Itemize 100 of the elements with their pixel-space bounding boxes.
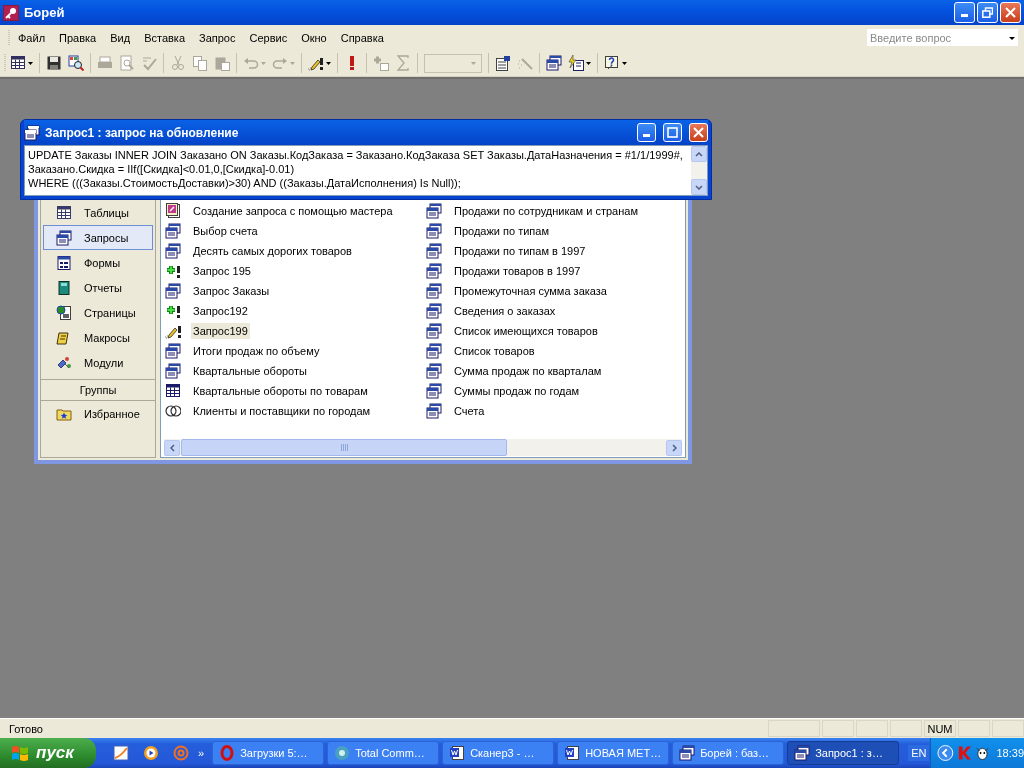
query-item[interactable]: Продажи товаров в 1997 [422,261,646,281]
sql-text-line: UPDATE Заказы INNER JOIN Заказано ON Заказы.КодЗаказа = Заказано.КодЗаказа SET Заказы.ДатаНазначения = #1/1/1999#, [28,148,684,162]
query-name: Клиенты и поставщики по городам [192,404,372,419]
properties-sheet-icon [495,55,511,71]
query-name: Список товаров [453,344,536,359]
menu-item[interactable]: Вставка [137,29,192,46]
scroll-up-button[interactable] [691,146,707,162]
query-item[interactable]: Продажи по сотрудникам и странам [422,201,646,221]
query-item[interactable]: Запрос199 [161,321,422,341]
object-type-item[interactable]: Страницы [43,300,153,325]
query-name: Продажи по сотрудникам и странам [453,204,639,219]
play-circle-icon [143,745,159,761]
object-type-item[interactable]: Модули [43,350,153,375]
stacked-windows-icon [56,229,72,246]
query-item[interactable]: Суммы продаж по годам [422,381,646,401]
query-item[interactable]: Квартальные обороты по товарам [161,381,422,401]
query-item[interactable]: Сведения о заказах [422,301,646,321]
grip-handle-icon [4,54,7,72]
taskbar-button[interactable]: НОВАЯ МЕТ… [557,741,670,765]
caret-icon [471,61,476,65]
query-name: Квартальные обороты по товарам [192,384,369,399]
menu-item[interactable]: Окно [294,29,334,46]
minimize-button[interactable] [954,2,975,23]
object-type-item[interactable]: Избранное [43,401,153,426]
query-item[interactable]: Список товаров [422,341,646,361]
scissors-icon [170,55,186,71]
close-button[interactable] [689,123,708,142]
status-panel [890,720,922,737]
object-type-item[interactable]: Запросы [43,225,153,250]
menu-item[interactable]: Сервис [242,29,295,46]
sql-text-line: Заказано.Скидка = IIf([Скидка]<0.01,0,[Скидка]-0.01) [28,162,296,176]
query-item[interactable]: Клиенты и поставщики по городам [161,401,422,421]
taskbar-button[interactable]: Сканер3 - … [442,741,555,765]
taskbar-button[interactable]: Загрузки 5:… [212,741,325,765]
horizontal-scrollbar[interactable] [164,439,682,456]
key-icon [3,4,19,21]
restore-button[interactable] [977,2,998,23]
query-name: Продажи товаров в 1997 [453,264,582,279]
query-item[interactable]: Итоги продаж по объему [161,341,422,361]
status-panel [992,720,1024,737]
language-indicator[interactable]: EN [908,745,930,761]
query-item[interactable]: Квартальные обороты [161,361,422,381]
menu-item[interactable]: Правка [52,29,104,46]
stacked-windows-icon [426,203,442,219]
pencil-exclamation-icon [308,55,324,71]
status-panel [958,720,990,737]
query-item[interactable]: Сумма продаж по кварталам [422,361,646,381]
start-button[interactable]: пуск [0,738,96,768]
object-type-item[interactable]: Формы [43,250,153,275]
wizard-page-icon [165,203,181,219]
close-button[interactable] [1000,2,1021,23]
taskbar-button[interactable]: Total Comm… [327,741,440,765]
menu-item[interactable]: Справка [333,29,391,46]
stacked-windows-icon [426,343,442,359]
more-button[interactable]: » [198,747,205,759]
taskbar-button[interactable]: Запрос1 : з… [787,741,900,765]
maximize-button[interactable] [663,123,682,142]
wand-icon [517,55,533,71]
query-item[interactable]: Выбор счета [161,221,422,241]
query-item[interactable]: Запрос Заказы [161,281,422,301]
menu-item[interactable]: Файл [11,29,53,46]
query-item[interactable]: Создание запроса с помощью мастера [161,201,422,221]
query-name: Итоги продаж по объему [192,344,321,359]
object-type-item[interactable]: Отчеты [43,275,153,300]
query-item[interactable]: Запрос 195 [161,261,422,281]
windows-flag-icon [10,744,30,762]
taskbar-button[interactable]: Борей : баз… [672,741,785,765]
menu-item[interactable]: Запрос [192,29,243,46]
vertical-scrollbar[interactable] [691,146,707,195]
minimize-button[interactable] [637,123,656,142]
document-icon [449,745,466,761]
query-item[interactable]: Запрос192 [161,301,422,321]
query-name: Продажи по типам в 1997 [453,244,587,259]
menu-item[interactable]: Вид [103,29,138,46]
rings-icon [165,403,181,419]
stacked-windows-icon [426,323,442,339]
form-window-icon [56,254,72,271]
query-item[interactable]: Продажи по типам [422,221,646,241]
clock: 18:39 [996,747,1024,759]
table-grid-icon [56,204,72,221]
query-item[interactable]: Продажи по типам в 1997 [422,241,646,261]
query-item[interactable]: Счета [422,401,646,421]
object-type-item[interactable]: Макросы [43,325,153,350]
query-name: Сведения о заказах [453,304,557,319]
report-book-icon [56,279,72,296]
status-panel [822,720,854,737]
query-name: Сумма продаж по кварталам [453,364,603,379]
scroll-left-button[interactable] [164,439,180,456]
scroll-right-button[interactable] [666,439,682,456]
query-item[interactable]: Промежуточная сумма заказа [422,281,646,301]
k-shield-icon [956,745,972,761]
object-type-item[interactable]: Таблицы [43,200,153,225]
close-icon [693,127,704,138]
at-sign-icon [173,745,189,761]
query-item[interactable]: Десять самых дорогих товаров [161,241,422,261]
scroll-down-button[interactable] [691,179,707,195]
ring-icon [219,745,236,761]
question-field[interactable]: Введите вопрос [867,29,1018,46]
query-item[interactable]: Список имеющихся товаров [422,321,646,341]
scrollbar-thumb[interactable] [181,439,507,456]
